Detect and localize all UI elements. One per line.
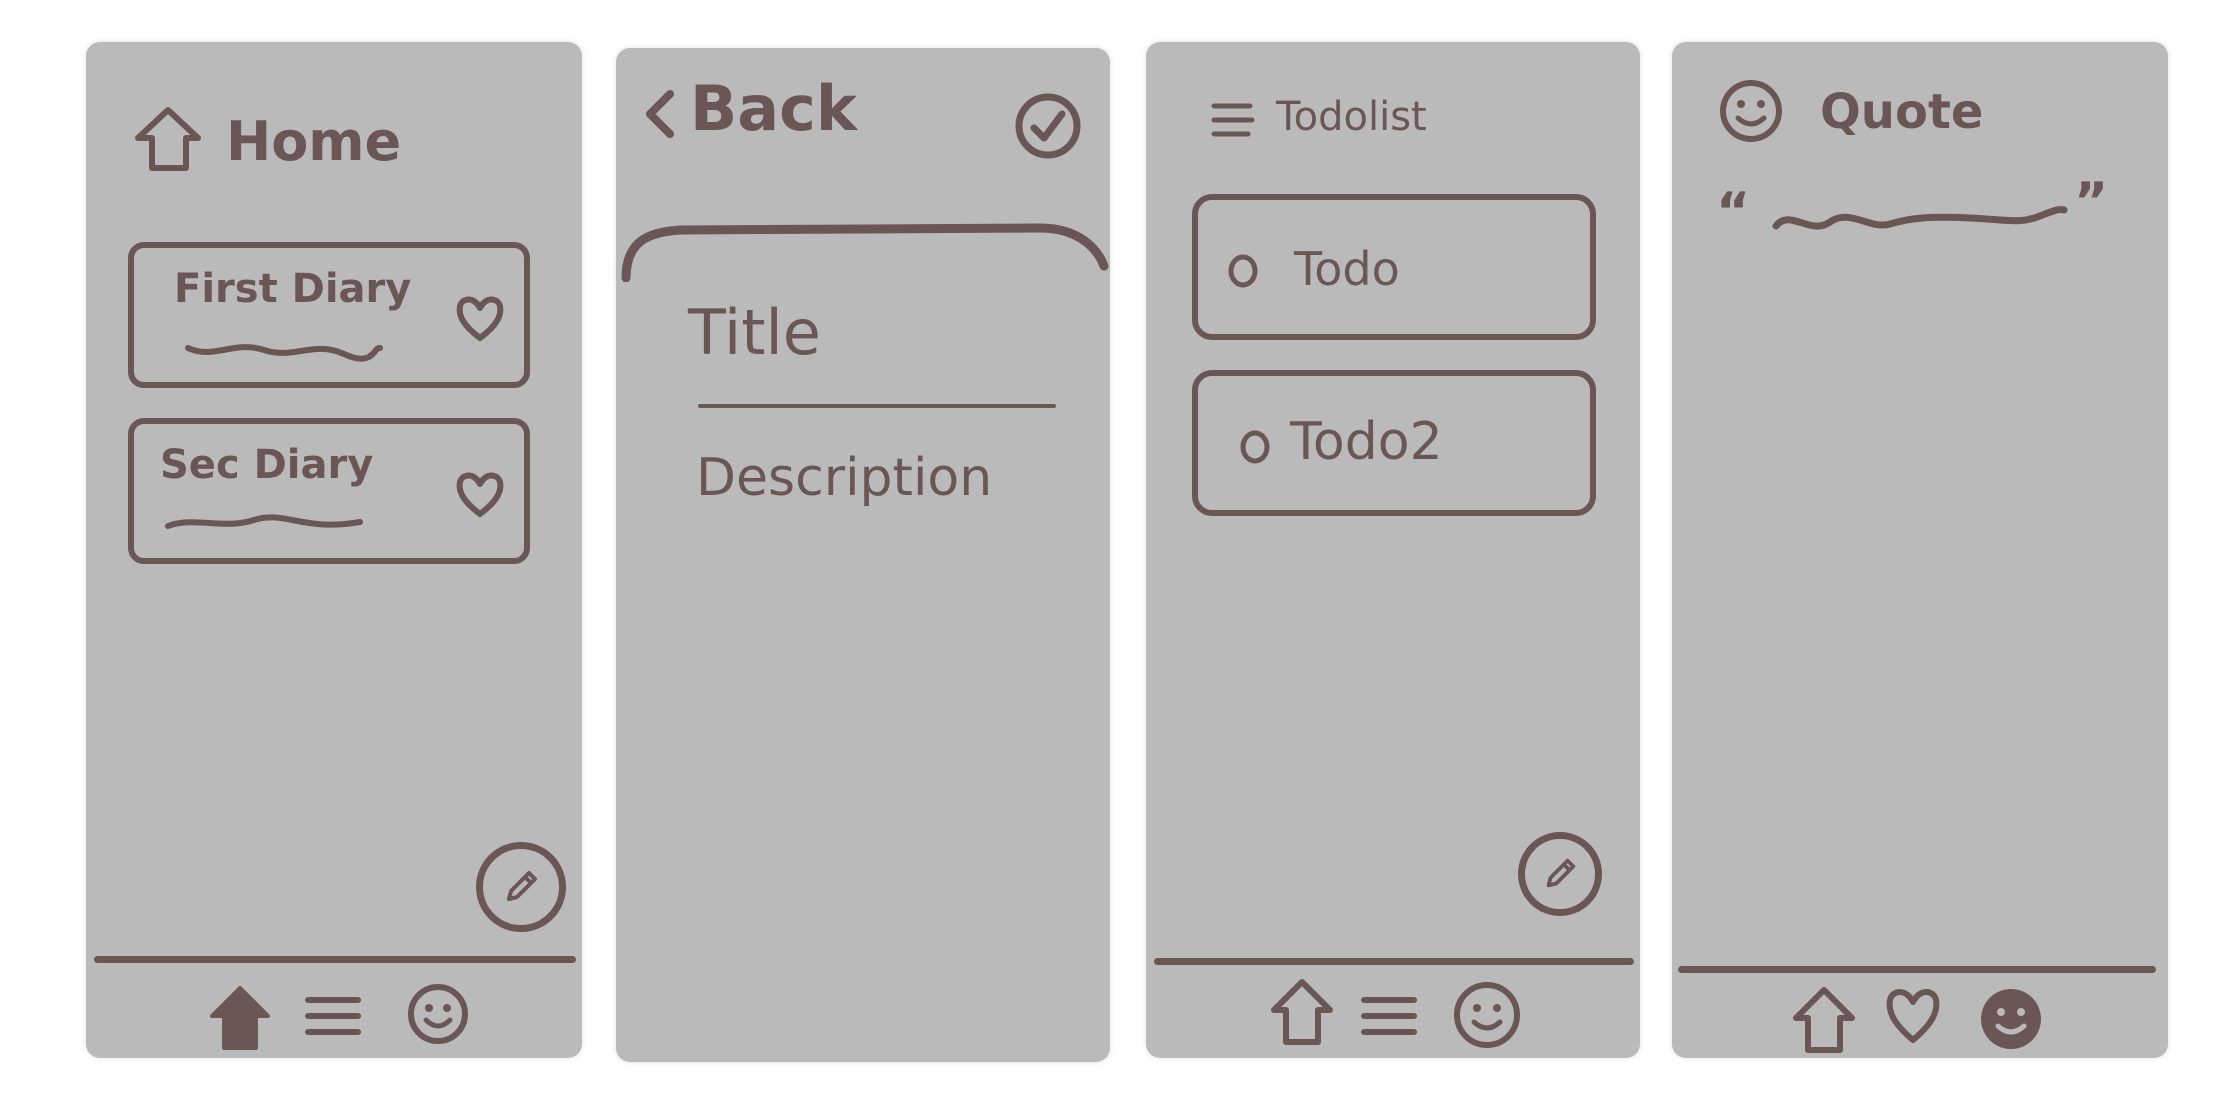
todo-label: Todo	[1294, 242, 1400, 296]
chevron-left-icon	[646, 90, 674, 138]
nav-quote-button[interactable]	[1978, 986, 2044, 1052]
back-label[interactable]: Back	[690, 72, 857, 145]
todo-item[interactable]: Todo	[1192, 194, 1596, 340]
title-divider	[698, 404, 1056, 408]
page-title: Todolist	[1276, 94, 1427, 140]
nav-quote-button[interactable]	[406, 982, 470, 1046]
pencil-icon	[1541, 855, 1579, 893]
description-input[interactable]: Description	[696, 448, 992, 508]
quote-open-mark: “	[1716, 182, 1751, 242]
confirm-button[interactable]	[1014, 92, 1082, 160]
nav-home-button[interactable]	[208, 984, 272, 1052]
heart-icon[interactable]	[454, 292, 506, 344]
editor-screen: Back Title Description	[616, 48, 1110, 1062]
smiley-icon	[406, 982, 470, 1046]
sheet-top-border	[620, 220, 1110, 282]
nav-divider	[94, 956, 576, 963]
diary-card-title: Sec Diary	[160, 442, 374, 488]
diary-card-preview-line	[164, 510, 364, 536]
title-input[interactable]: Title	[688, 296, 821, 369]
home-outline-icon	[1270, 976, 1334, 1048]
smiley-icon	[1718, 78, 1784, 144]
nav-list-button[interactable]	[1360, 992, 1418, 1040]
todo-item[interactable]: Todo2	[1192, 370, 1596, 516]
heart-icon	[1884, 984, 1942, 1046]
heart-icon[interactable]	[454, 468, 506, 520]
home-outline-icon	[1792, 984, 1856, 1056]
nav-favorites-button[interactable]	[1884, 984, 1942, 1046]
nav-divider	[1154, 958, 1634, 965]
page-title: Quote	[1820, 84, 1984, 140]
nav-quote-button[interactable]	[1452, 980, 1522, 1050]
menu-lines-icon	[304, 992, 362, 1040]
diary-card-title: First Diary	[174, 266, 412, 312]
diary-card[interactable]: Sec Diary	[128, 418, 530, 564]
nav-list-button[interactable]	[304, 992, 362, 1040]
quote-close-mark: ”	[2074, 172, 2109, 232]
page-title: Home	[226, 110, 402, 173]
quote-text-line	[1770, 202, 2070, 242]
nav-divider	[1678, 966, 2156, 973]
menu-lines-icon	[1360, 992, 1418, 1040]
smiley-icon	[1452, 980, 1522, 1050]
menu-lines-icon[interactable]	[1210, 98, 1256, 146]
diary-card[interactable]: First Diary	[128, 242, 530, 388]
quote-screen: Quote “ ”	[1672, 42, 2168, 1058]
circle-checkbox-icon[interactable]	[1238, 428, 1272, 466]
new-todo-button[interactable]	[1518, 832, 1602, 916]
check-circle-icon	[1014, 92, 1082, 160]
todo-label: Todo2	[1290, 412, 1443, 472]
pencil-icon	[501, 867, 541, 907]
todolist-screen: Todolist Todo Todo2	[1146, 42, 1640, 1058]
new-diary-button[interactable]	[476, 842, 566, 932]
circle-checkbox-icon[interactable]	[1226, 252, 1260, 290]
home-screen: Home First Diary Sec Diary	[86, 42, 582, 1058]
home-filled-icon	[208, 984, 272, 1052]
home-outline-icon	[130, 104, 206, 174]
smiley-filled-icon	[1978, 986, 2044, 1052]
nav-home-button[interactable]	[1792, 984, 1856, 1056]
nav-home-button[interactable]	[1270, 976, 1334, 1048]
diary-card-preview-line	[184, 336, 384, 362]
back-button[interactable]	[640, 84, 680, 144]
